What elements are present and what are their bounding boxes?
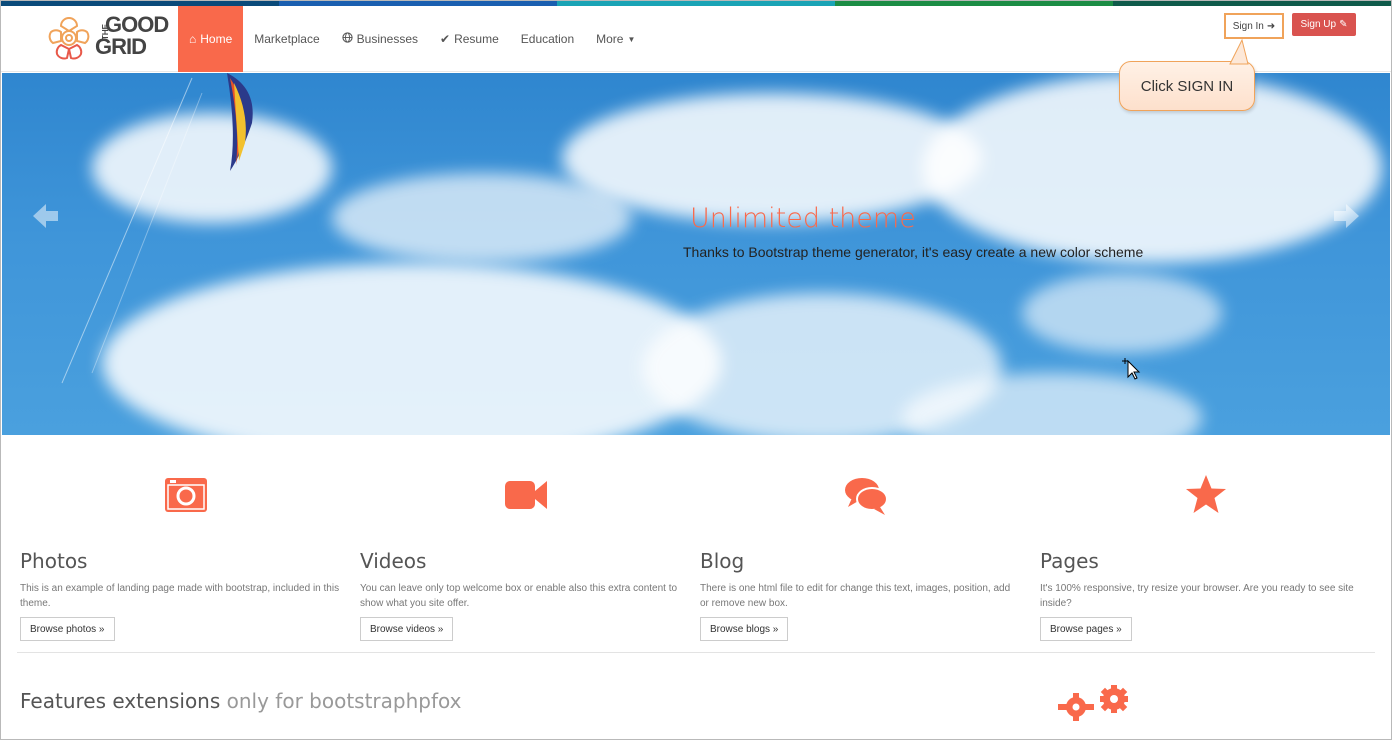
sign-up-label: Sign Up: [1300, 19, 1337, 30]
video-camera-icon: [505, 481, 547, 509]
logo-good: GOOD: [105, 12, 169, 37]
feature-text: You can leave only top welcome box or en…: [360, 583, 678, 609]
features-section: Photos This is an example of landing pag…: [1, 435, 1391, 655]
home-icon: ⌂: [189, 32, 197, 46]
nav-item-label: More: [596, 32, 624, 46]
browse-photos-button[interactable]: Browse photos »: [20, 617, 115, 641]
caret-down-icon: ▼: [627, 34, 636, 44]
mouse-cursor-icon: [1122, 358, 1141, 380]
hero-subtitle: Thanks to Bootstrap theme generator, it'…: [683, 244, 1144, 260]
star-icon: [1186, 475, 1226, 513]
sign-in-icon: ➜: [1266, 20, 1276, 32]
extensions-heading: Features extensions only for bootstraphp…: [20, 689, 461, 713]
nav-item-marketplace[interactable]: Marketplace: [243, 6, 330, 72]
site-logo[interactable]: THE GOOD GRID: [43, 10, 173, 68]
comments-icon: [845, 478, 888, 515]
browse-videos-button[interactable]: Browse videos »: [360, 617, 454, 641]
nav-item-education[interactable]: Education: [510, 6, 585, 72]
sign-up-button[interactable]: Sign Up ✎: [1292, 13, 1356, 36]
feature-title: Photos: [20, 549, 88, 573]
nav-item-label: Businesses: [356, 32, 419, 46]
callout-pointer: [1229, 38, 1249, 65]
hero-title-text: Unlimited theme: [690, 203, 916, 234]
nav-item-label: Home: [200, 32, 233, 46]
logo-grid: GRID: [95, 34, 147, 59]
carousel-prev-arrow[interactable]: [30, 201, 60, 240]
feature-title: Videos: [360, 549, 427, 573]
browser-viewport: THE GOOD GRID ⌂ Home Marketplace Busines…: [0, 0, 1392, 740]
globe-icon: [342, 32, 353, 46]
feature-text: There is one html file to edit for chang…: [700, 583, 1011, 609]
nav-item-resume[interactable]: ✔ Resume: [429, 6, 510, 72]
nav-item-label: Education: [520, 32, 575, 46]
nav-item-businesses[interactable]: Businesses: [331, 6, 429, 72]
main-nav: ⌂ Home Marketplace Businesses ✔ Resume E…: [178, 6, 646, 72]
feature-text: This is an example of landing page made …: [20, 583, 340, 609]
sign-in-label: Sign In: [1232, 20, 1264, 32]
feature-text: It's 100% responsive, try resize your br…: [1040, 583, 1354, 609]
sign-in-button[interactable]: Sign In ➜: [1224, 13, 1284, 39]
logo-flower-icon: [48, 16, 90, 60]
nav-item-label: Marketplace: [254, 32, 320, 46]
extensions-title: Features extensions: [20, 689, 221, 713]
hero-carousel: Unlimited theme Thanks to Bootstrap them…: [2, 73, 1390, 435]
gears-icon: [1058, 685, 1128, 721]
check-icon: ✔: [440, 32, 451, 46]
kite-image: [61, 73, 253, 384]
carousel-next-arrow[interactable]: [1332, 201, 1362, 240]
section-divider: [17, 652, 1375, 653]
nav-item-label: Resume: [454, 32, 499, 46]
browse-blogs-button[interactable]: Browse blogs »: [700, 617, 789, 641]
camera-icon: [165, 478, 207, 512]
callout-text: Click SIGN IN: [1140, 77, 1234, 95]
extensions-subtitle: only for bootstraphpfox: [226, 689, 462, 713]
tutorial-callout: Click SIGN IN: [1119, 61, 1255, 111]
edit-icon: ✎: [1339, 19, 1348, 30]
cloud: [1022, 273, 1222, 353]
nav-item-home[interactable]: ⌂ Home: [178, 6, 244, 72]
feature-title: Blog: [700, 549, 745, 573]
nav-item-more[interactable]: More ▼: [585, 6, 646, 72]
feature-title: Pages: [1040, 549, 1099, 573]
browse-pages-button[interactable]: Browse pages »: [1040, 617, 1132, 641]
